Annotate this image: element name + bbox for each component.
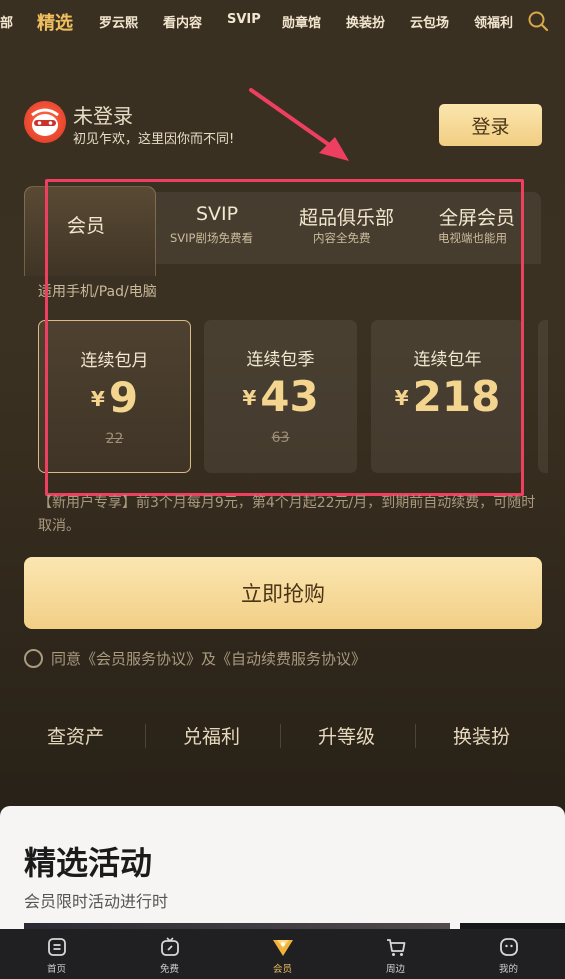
cart-icon <box>386 939 405 956</box>
bottom-tab-label: 会员 <box>272 964 292 975</box>
bottom-tab-profile[interactable]: 我的 <box>452 929 565 979</box>
bottom-tab-vip[interactable]: 会员 <box>226 929 339 979</box>
activities-subtitle: 会员限时活动进行时 <box>24 892 169 911</box>
divider <box>280 724 281 748</box>
search-icon[interactable] <box>527 10 549 32</box>
quick-link-benefits[interactable]: 兑福利 <box>183 722 240 749</box>
vip-page: 部 精选 罗云熙 看内容 SVIP 勋章馆 换装扮 云包场 领福利 未登录 初见… <box>0 0 565 979</box>
bottom-tab-label: 周边 <box>385 964 405 975</box>
plan-card-next-partial[interactable] <box>538 320 548 473</box>
profile-icon <box>499 938 518 956</box>
free-tv-icon <box>160 937 179 956</box>
nav-item-svip[interactable]: SVIP <box>227 12 261 27</box>
buy-now-button[interactable]: 立即抢购 <box>24 557 542 629</box>
bottom-tab-label: 首页 <box>46 964 66 975</box>
user-greeting: 初见乍欢，这里因你而不同! <box>73 132 235 147</box>
quick-link-dress-up[interactable]: 换装扮 <box>453 722 510 749</box>
nav-item-benefits[interactable]: 领福利 <box>474 12 513 31</box>
avatar[interactable] <box>24 101 66 143</box>
quick-link-assets[interactable]: 查资产 <box>47 722 104 749</box>
nav-item-medals[interactable]: 勋章馆 <box>282 12 321 31</box>
agreement-radio[interactable] <box>24 649 43 668</box>
bottom-tab-merch[interactable]: 周边 <box>339 929 452 979</box>
nav-item-featured[interactable]: 精选 <box>37 9 73 35</box>
annotation-arrow-icon <box>249 88 349 161</box>
activities-title: 精选活动 <box>24 844 153 882</box>
bottom-tab-home[interactable]: 首页 <box>0 929 113 979</box>
user-name: 未登录 <box>73 104 133 128</box>
highlight-box <box>45 179 524 496</box>
nav-item-partial[interactable]: 部 <box>0 12 13 31</box>
nav-item-dress-up[interactable]: 换装扮 <box>346 12 385 31</box>
agreement-row[interactable]: 同意《会员服务协议》及《自动续费服务协议》 <box>24 648 366 669</box>
top-nav: 部 精选 罗云熙 看内容 SVIP 勋章馆 换装扮 云包场 领福利 <box>0 0 565 44</box>
nav-item-luoyunxi[interactable]: 罗云熙 <box>99 12 138 31</box>
quick-link-level-up[interactable]: 升等级 <box>318 722 375 749</box>
divider <box>145 724 146 748</box>
nav-item-watch-content[interactable]: 看内容 <box>163 12 202 31</box>
agreement-text[interactable]: 同意《会员服务协议》及《自动续费服务协议》 <box>51 648 366 669</box>
home-icon <box>47 938 66 956</box>
bottom-tab-label: 我的 <box>498 964 518 975</box>
nav-item-cloud-screening[interactable]: 云包场 <box>410 12 449 31</box>
bottom-tab-free[interactable]: 免费 <box>113 929 226 979</box>
mascot-avatar-icon <box>31 108 59 136</box>
bottom-tab-label: 免费 <box>159 964 179 975</box>
bottom-tab-bar: 首页 免费 会员 周边 我的 <box>0 929 565 979</box>
login-button[interactable]: 登录 <box>439 104 542 146</box>
divider <box>415 724 416 748</box>
vip-diamond-icon <box>272 940 293 956</box>
promo-text: 【新用户专享】前3个月每月9元，第4个月起22元/月，到期前自动续费，可随时取消… <box>38 495 536 534</box>
